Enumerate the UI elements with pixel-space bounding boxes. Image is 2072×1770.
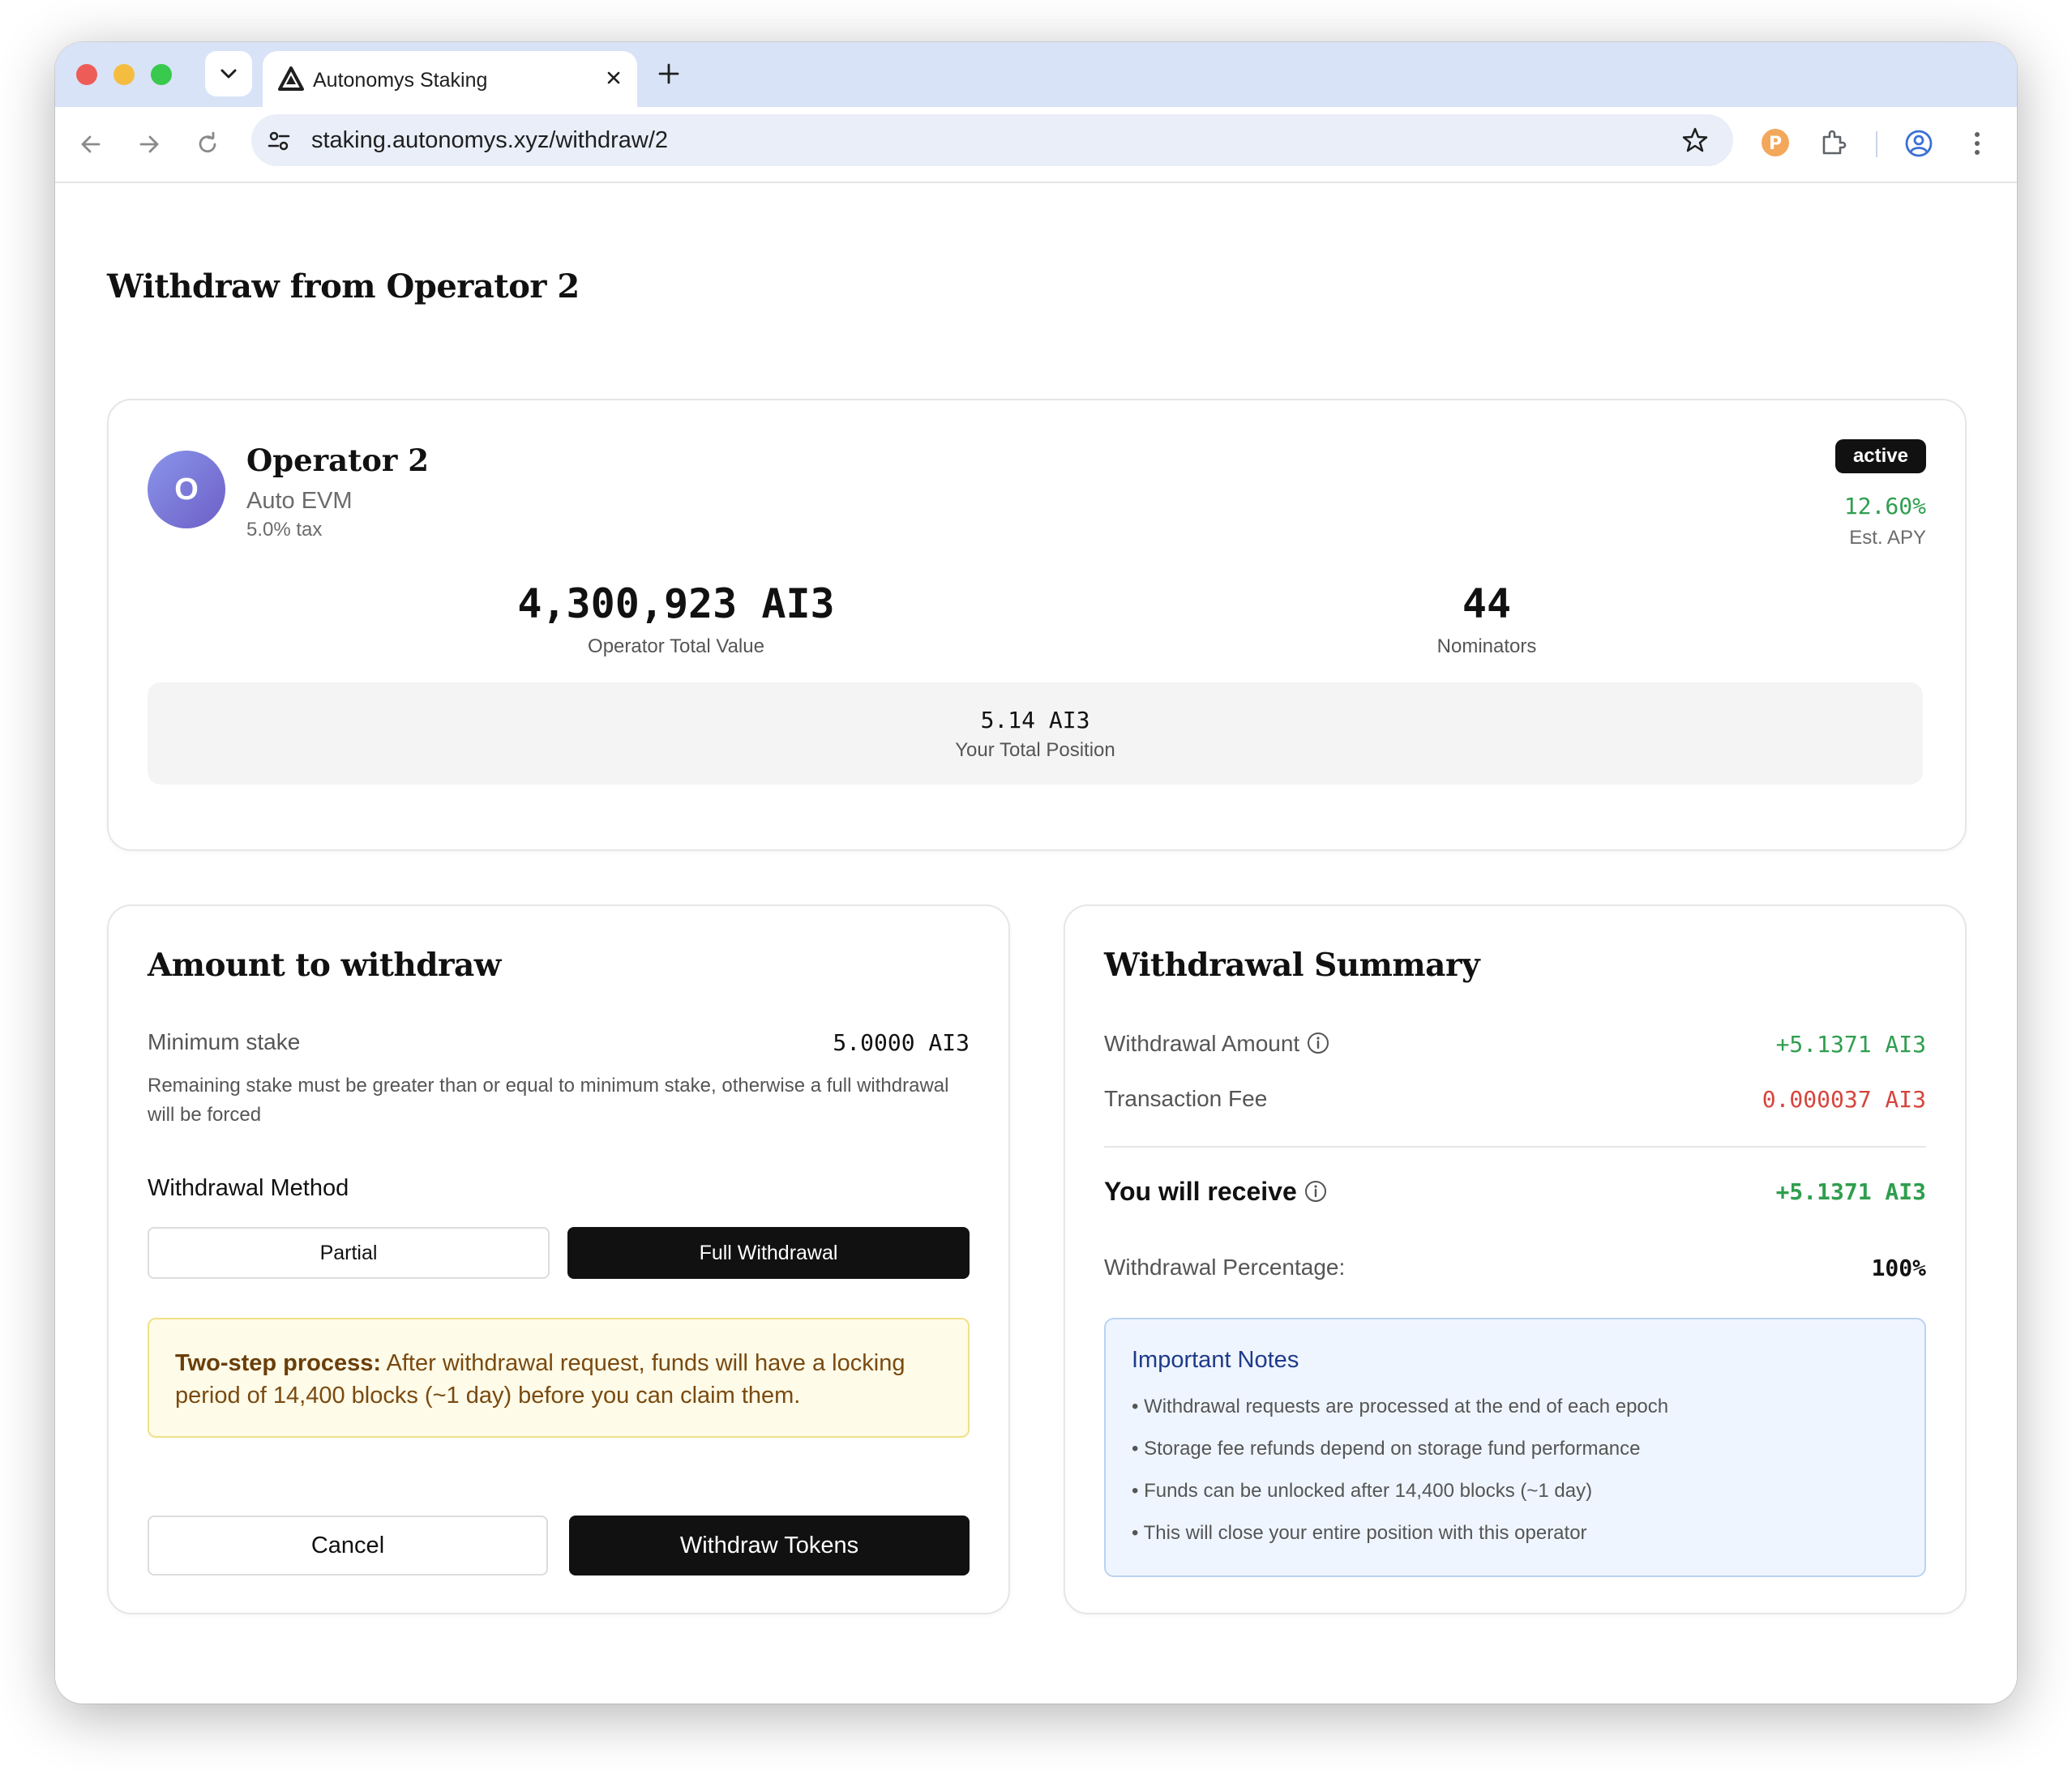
tab-title: Autonomys Staking (313, 69, 488, 92)
nominators-label: Nominators (1436, 635, 1537, 657)
status-badge: active (1834, 439, 1926, 473)
important-notes-title: Important Notes (1132, 1347, 1299, 1373)
svg-text:P: P (1769, 134, 1782, 154)
autonomys-logo-icon (278, 66, 304, 91)
browser-toolbar: staking.autonomys.xyz/withdraw/2 P (55, 107, 2017, 183)
note-item: • Withdrawal requests are processed at t… (1132, 1396, 1669, 1417)
minimize-window-button[interactable] (113, 64, 135, 85)
apy-value: 12.60% (1843, 493, 1926, 519)
operator-total-value: 4,300,923 AI3 (517, 580, 835, 627)
account-circle-icon[interactable] (1903, 128, 1934, 159)
kebab-menu-icon[interactable] (1971, 130, 1983, 157)
withdraw-tokens-button[interactable]: Withdraw Tokens (569, 1516, 970, 1575)
summary-divider (1104, 1146, 1926, 1148)
you-will-receive-row: You will receive (1104, 1177, 1328, 1207)
chevron-down-icon (220, 69, 237, 79)
forward-arrow-icon[interactable] (136, 131, 162, 157)
method-full-withdrawal-button[interactable]: Full Withdrawal (567, 1227, 970, 1279)
page-content: Withdraw from Operator 2 O Operator 2 Au… (55, 183, 2017, 1704)
withdrawal-amount-label: Withdrawal Amount (1104, 1031, 1300, 1056)
operator-domain: Auto EVM (246, 488, 353, 514)
operator-avatar: O (148, 451, 225, 528)
close-window-button[interactable] (76, 64, 97, 85)
nominators-count: 44 (1462, 580, 1512, 627)
total-position-value: 5.14 AI3 (980, 707, 1090, 733)
withdrawal-method-label: Withdrawal Method (148, 1175, 349, 1201)
star-icon[interactable] (1681, 126, 1709, 154)
cancel-button[interactable]: Cancel (148, 1516, 548, 1575)
amount-card-title: Amount to withdraw (148, 947, 501, 984)
tab-autonomys-staking[interactable]: Autonomys Staking (263, 51, 637, 108)
operator-total-value-label: Operator Total Value (588, 635, 764, 657)
total-position-box: 5.14 AI3 Your Total Position (148, 682, 1923, 785)
puzzle-icon[interactable] (1819, 128, 1848, 157)
withdrawal-amount-row: Withdrawal Amount (1104, 1031, 1330, 1058)
min-stake-value: 5.0000 AI3 (833, 1029, 970, 1056)
transaction-fee-label: Transaction Fee (1104, 1086, 1268, 1111)
operator-tax: 5.0% tax (246, 519, 323, 541)
total-position-label: Your Total Position (955, 739, 1115, 761)
method-partial-button[interactable]: Partial (148, 1227, 550, 1279)
operator-name: Operator 2 (246, 442, 429, 478)
new-tab-icon[interactable] (655, 60, 683, 88)
amount-card: Amount to withdraw Minimum stake 5.0000 … (107, 904, 1010, 1614)
note-item: • Funds can be unlocked after 14,400 blo… (1132, 1480, 1593, 1502)
site-settings-icon[interactable] (266, 128, 292, 154)
info-icon[interactable] (1304, 1179, 1328, 1204)
min-stake-label: Minimum stake (148, 1029, 301, 1054)
tab-search-button[interactable] (205, 51, 252, 96)
important-notes-box: Important Notes • Withdrawal requests ar… (1104, 1318, 1926, 1577)
reload-icon[interactable] (195, 131, 220, 157)
browser-window: Autonomys Staking staking.autonomys.xyz/… (55, 42, 2017, 1704)
toolbar-divider (1876, 131, 1877, 157)
two-step-notice: Two-step process: After withdrawal reque… (148, 1318, 970, 1438)
maximize-window-button[interactable] (151, 64, 172, 85)
close-icon[interactable] (603, 67, 624, 88)
note-item: • This will close your entire position w… (1132, 1522, 1587, 1544)
back-arrow-icon[interactable] (78, 131, 104, 157)
tab-strip: Autonomys Staking (55, 42, 2017, 108)
page-title: Withdraw from Operator 2 (107, 267, 580, 306)
operator-card: O Operator 2 Auto EVM 5.0% tax active 12… (107, 399, 1967, 851)
note-item: • Storage fee refunds depend on storage … (1132, 1438, 1641, 1460)
summary-card-title: Withdrawal Summary (1104, 947, 1480, 984)
info-icon[interactable] (1306, 1031, 1330, 1055)
you-will-receive-value: +5.1371 AI3 (1775, 1178, 1926, 1205)
notice-strong: Two-step process: (175, 1350, 382, 1376)
withdrawal-percentage-value: 100% (1871, 1255, 1926, 1281)
address-bar[interactable]: staking.autonomys.xyz/withdraw/2 (251, 114, 1733, 166)
extension-p-icon[interactable]: P (1759, 126, 1792, 159)
url-text: staking.autonomys.xyz/withdraw/2 (311, 127, 669, 153)
transaction-fee-value: 0.000037 AI3 (1762, 1086, 1926, 1113)
withdrawal-amount-value: +5.1371 AI3 (1775, 1031, 1926, 1058)
min-stake-help: Remaining stake must be greater than or … (148, 1075, 949, 1126)
withdrawal-percentage-label: Withdrawal Percentage: (1104, 1255, 1346, 1280)
apy-label: Est. APY (1849, 527, 1926, 549)
summary-card: Withdrawal Summary Withdrawal Amount +5.… (1064, 904, 1967, 1614)
you-will-receive-label: You will receive (1104, 1177, 1297, 1206)
